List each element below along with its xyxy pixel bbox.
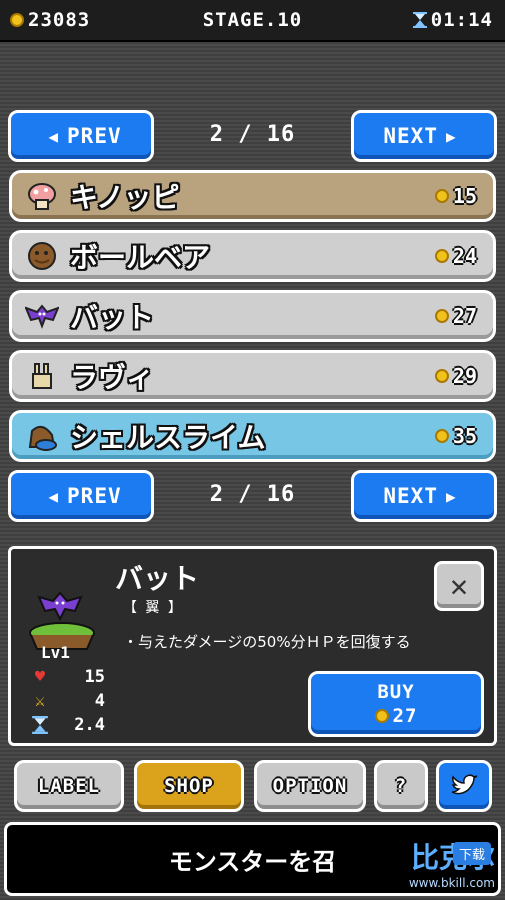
stat-attack: ⚔ 4 bbox=[31, 691, 105, 711]
item-name: バット bbox=[70, 301, 155, 334]
item-price: 35 bbox=[434, 424, 477, 448]
sword-icon: ⚔ bbox=[34, 691, 46, 711]
coin-icon bbox=[374, 709, 389, 723]
tab-option[interactable]: OPTION bbox=[254, 760, 366, 812]
watermark-url: www.bkill.com bbox=[408, 876, 495, 890]
bird-icon bbox=[451, 774, 478, 795]
next-label: NEXT bbox=[383, 484, 438, 508]
coin-icon bbox=[434, 309, 449, 323]
next-label: NEXT bbox=[383, 124, 438, 148]
mushroom-icon bbox=[24, 178, 60, 214]
close-button[interactable]: ✕ bbox=[434, 561, 484, 611]
watermark-tag: 下载 bbox=[452, 842, 491, 865]
detail-trait-tag: 【 翼 】 bbox=[123, 600, 182, 616]
help-button[interactable]: ? bbox=[374, 760, 428, 812]
item-price: 27 bbox=[434, 304, 477, 328]
tab-label[interactable]: LABEL bbox=[14, 760, 124, 812]
next-page-button[interactable]: NEXT ▶ bbox=[351, 470, 497, 522]
item-name: ラヴィ bbox=[70, 361, 155, 394]
right-arrow-icon: ▶ bbox=[445, 126, 457, 146]
coin-icon bbox=[434, 249, 449, 263]
next-page-button[interactable]: NEXT ▶ bbox=[351, 110, 497, 162]
item-price: 24 bbox=[434, 244, 477, 268]
detail-monster-name: バット bbox=[115, 562, 200, 595]
shop-item-ballbear[interactable]: ボールベア 24 bbox=[9, 230, 496, 282]
timer-value: 01:14 bbox=[430, 9, 493, 31]
close-icon: ✕ bbox=[449, 568, 469, 604]
item-price: 29 bbox=[434, 364, 477, 388]
tab-shop[interactable]: SHOP bbox=[134, 760, 244, 812]
monster-level: Lv1 bbox=[41, 643, 70, 662]
ball-bear-icon bbox=[24, 238, 60, 274]
twitter-button[interactable] bbox=[436, 760, 492, 812]
heart-icon: ♥ bbox=[34, 667, 46, 687]
shop-item-ravi[interactable]: ラヴィ 29 bbox=[9, 350, 496, 402]
shop-item-bat[interactable]: バット 27 bbox=[9, 290, 496, 342]
monster-detail-panel: バット 【 翼 】 ・与えたダメージの50%分ＨＰを回復する ✕ Lv1 ♥ 1… bbox=[8, 546, 497, 746]
shop-item-shell-slime[interactable]: シェルスライム 35 bbox=[9, 410, 496, 462]
top-status-bar: 23083 STAGE.10 01:14 bbox=[0, 0, 505, 42]
bat-icon bbox=[24, 298, 60, 334]
shop-item-kinoppi[interactable]: キノッピ 15 bbox=[9, 170, 496, 222]
pager-bottom: ◀ PREV 2 / 16 NEXT ▶ bbox=[0, 470, 505, 526]
banner-text: モンスターを召 bbox=[168, 847, 337, 876]
item-name: キノッピ bbox=[70, 181, 180, 214]
bottom-tab-bar: LABEL SHOP OPTION ? bbox=[0, 756, 505, 818]
buy-price: 27 bbox=[374, 705, 418, 727]
coin-icon bbox=[434, 189, 449, 203]
pager-top: ◀ PREV 2 / 16 NEXT ▶ bbox=[0, 110, 505, 166]
stat-speed: 2.4 bbox=[31, 715, 105, 735]
stat-hp: ♥ 15 bbox=[31, 667, 105, 687]
shell-slime-icon bbox=[24, 418, 60, 454]
detail-description: ・与えたダメージの50%分ＨＰを回復する bbox=[123, 633, 411, 651]
buy-label: BUY bbox=[377, 681, 415, 703]
item-name: シェルスライム bbox=[70, 421, 266, 454]
hourglass-icon bbox=[412, 12, 427, 28]
timer: 01:14 bbox=[412, 9, 493, 31]
right-arrow-icon: ▶ bbox=[445, 486, 457, 506]
buy-button[interactable]: BUY 27 bbox=[308, 671, 484, 737]
coin-icon bbox=[434, 429, 449, 443]
item-name: ボールベア bbox=[70, 241, 211, 274]
rabbit-icon bbox=[24, 358, 60, 394]
item-price: 15 bbox=[434, 184, 477, 208]
coin-icon bbox=[434, 369, 449, 383]
hourglass-icon bbox=[32, 716, 48, 734]
